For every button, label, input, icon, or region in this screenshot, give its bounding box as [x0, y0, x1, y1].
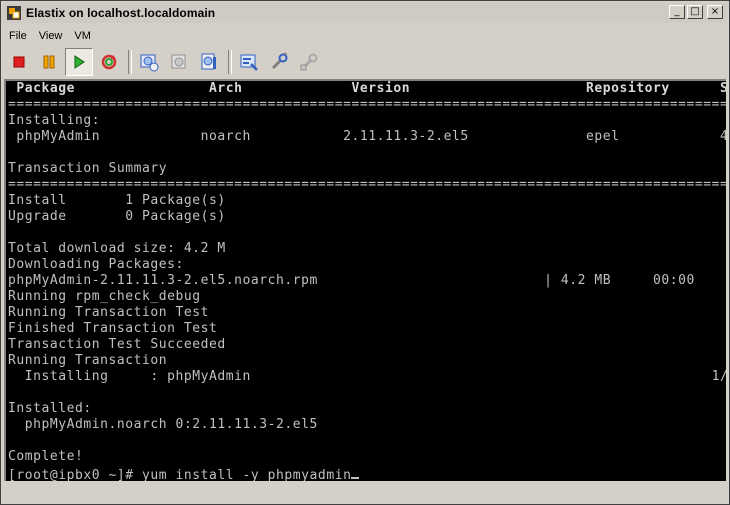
snapshot-manager-button[interactable]	[195, 48, 223, 76]
minimize-button[interactable]: _	[669, 5, 685, 19]
window-controls: _ □ ×	[669, 5, 723, 19]
toolbar-separator	[128, 50, 132, 74]
vm-console-screen[interactable]: Package Arch Version Repository Size ====…	[4, 79, 726, 481]
vm-tools-button[interactable]	[265, 48, 293, 76]
console-line: Total download size: 4.2 M	[8, 241, 226, 256]
vmware-app-icon	[7, 6, 21, 20]
text-cursor	[351, 465, 360, 479]
stop-icon	[13, 56, 25, 68]
play-icon	[74, 55, 85, 69]
console-line: Upgrade 0 Package(s)	[8, 209, 226, 224]
network-icon	[300, 53, 318, 71]
console-output: Package Arch Version Repository Size ====…	[8, 81, 726, 465]
pause-icon	[43, 55, 55, 69]
console-line: Installing:	[8, 113, 101, 128]
revert-snapshot-button[interactable]	[165, 48, 193, 76]
reset-button[interactable]	[95, 48, 123, 76]
console-line: ========================================…	[8, 177, 726, 192]
console-line: Transaction Test Succeeded	[8, 337, 226, 352]
console-line: Complete!	[8, 449, 84, 464]
snapshot-icon	[140, 54, 159, 72]
suspend-button[interactable]	[35, 48, 63, 76]
shell-prompt-line: [root@ipbx0 ~]# yum install -y phpmyadmi…	[8, 465, 724, 481]
title-bar[interactable]: Elastix on localhost.localdomain _ □ ×	[3, 3, 727, 23]
maximize-icon: □	[690, 6, 700, 17]
console-line: phpMyAdmin-2.11.11.3-2.el5.noarch.rpm | …	[8, 273, 695, 288]
tools-icon	[271, 52, 288, 70]
minimize-icon: _	[674, 6, 680, 17]
vm-settings-button[interactable]	[235, 48, 263, 76]
menu-vm[interactable]: VM	[68, 30, 97, 42]
toolbar	[5, 47, 325, 77]
menu-view[interactable]: View	[33, 30, 69, 42]
console-line: phpMyAdmin.noarch 0:2.11.11.3-2.el5	[8, 417, 318, 432]
console-line: Running Transaction	[8, 353, 168, 368]
console-line: Transaction Summary	[8, 161, 168, 176]
shell-prompt: [root@ipbx0 ~]# yum install -y phpmyadmi…	[8, 468, 352, 481]
console-line: Installing : phpMyAdmin 1/1	[8, 369, 726, 384]
network-adapter-button[interactable]	[295, 48, 323, 76]
menu-bar: File View VM	[3, 27, 97, 45]
maximize-button[interactable]: □	[687, 5, 703, 19]
window-title: Elastix on localhost.localdomain	[26, 6, 216, 20]
vm-console-window: Elastix on localhost.localdomain _ □ × F…	[0, 0, 730, 505]
console-line: Installed:	[8, 401, 92, 416]
snapshot-manager-icon	[201, 53, 216, 70]
close-icon: ×	[710, 6, 720, 17]
toolbar-separator	[228, 50, 232, 74]
close-button[interactable]: ×	[707, 5, 723, 19]
console-line: phpMyAdmin noarch 2.11.11.3-2.el5 epel 4…	[8, 129, 726, 144]
take-snapshot-button[interactable]	[135, 48, 163, 76]
console-line: Install 1 Package(s)	[8, 193, 226, 208]
console-line: ========================================…	[8, 97, 726, 112]
console-line: Finished Transaction Test	[8, 321, 218, 336]
package-table-header: Package Arch Version Repository Size	[8, 81, 726, 97]
power-off-button[interactable]	[5, 48, 33, 76]
console-line: Running rpm_check_debug	[8, 289, 201, 304]
console-line: Downloading Packages:	[8, 257, 184, 272]
console-line: Running Transaction Test	[8, 305, 210, 320]
revert-snapshot-icon	[171, 54, 186, 69]
power-on-button[interactable]	[65, 48, 93, 76]
menu-file[interactable]: File	[3, 30, 33, 42]
reset-icon	[101, 54, 117, 70]
settings-icon	[240, 54, 258, 71]
status-bar	[4, 484, 726, 502]
